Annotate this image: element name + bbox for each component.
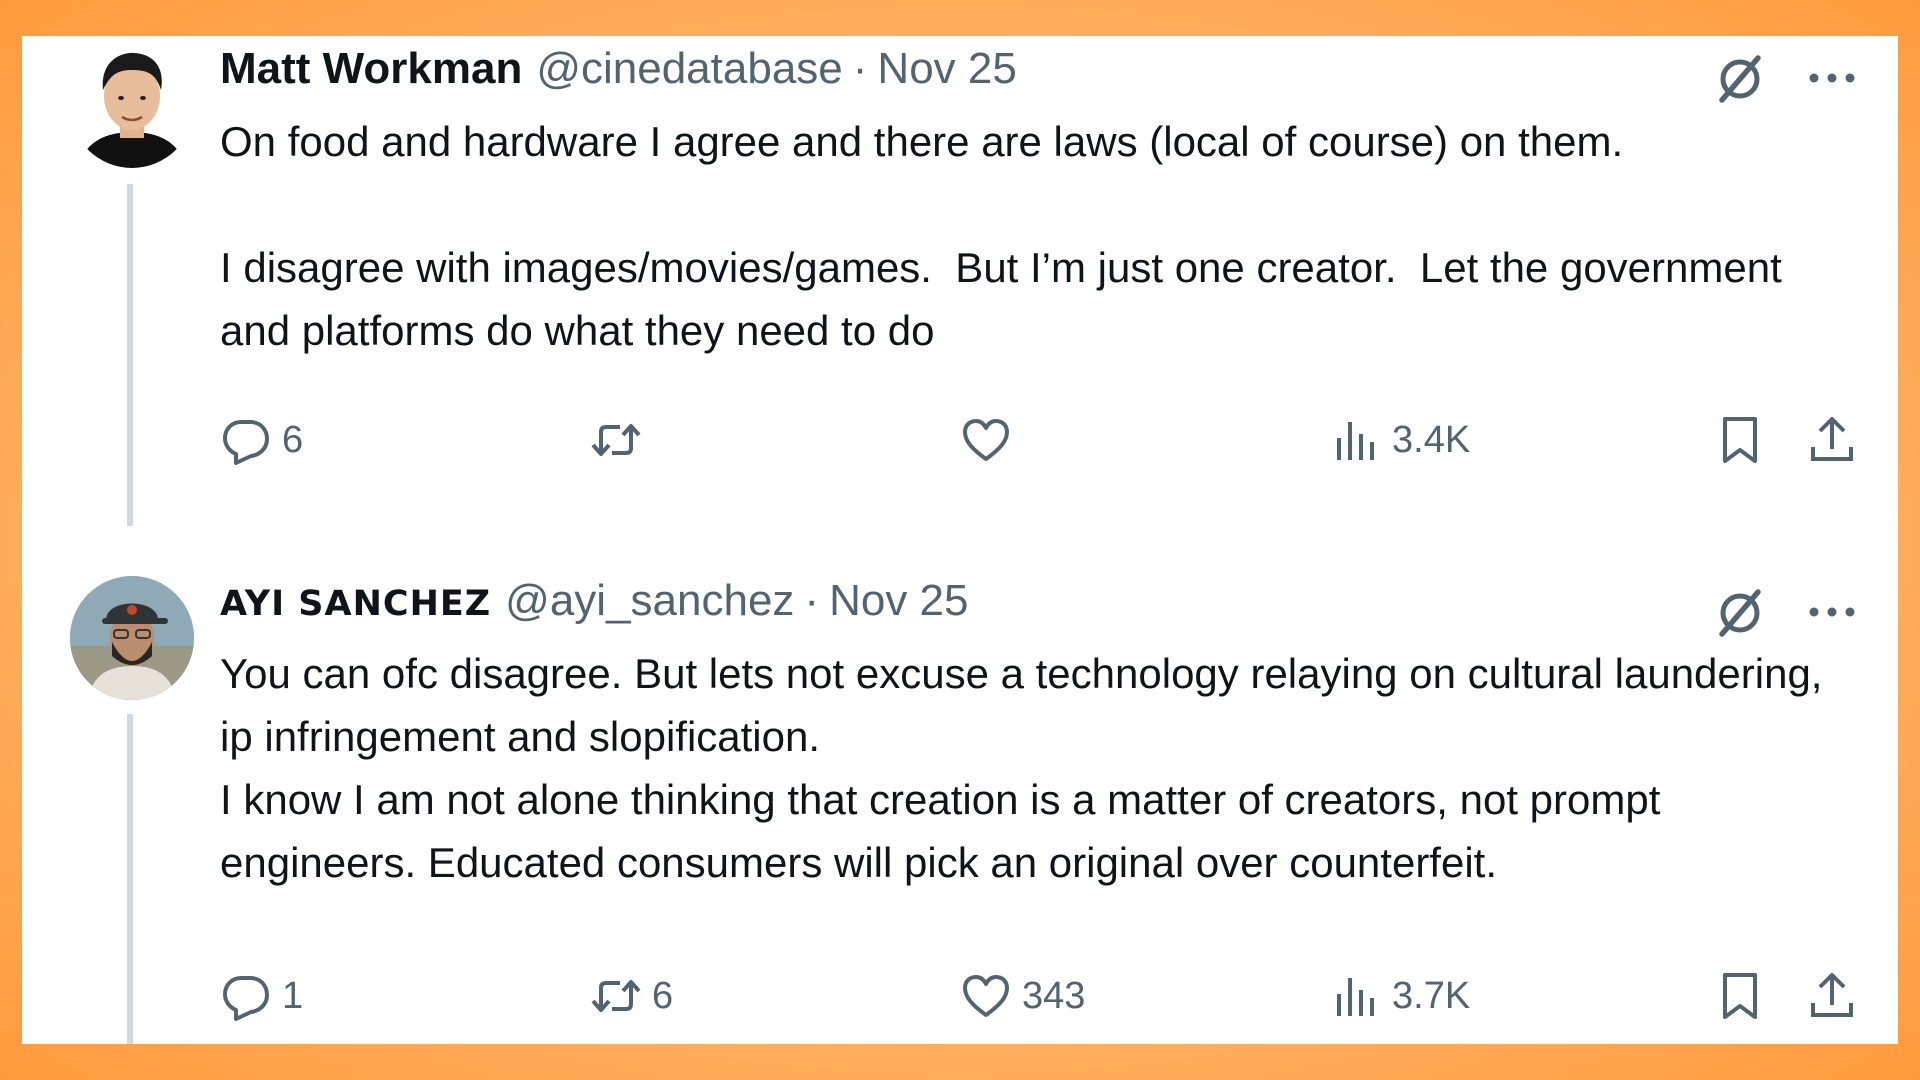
author-handle[interactable]: @cinedatabase: [536, 44, 842, 94]
tweet-paragraph: On food and hardware I agree and there a…: [220, 118, 1624, 165]
reply-button[interactable]: 1: [220, 966, 303, 1026]
tweet-text: You can ofc disagree. But lets not excus…: [220, 642, 1838, 894]
separator: ·: [852, 44, 868, 93]
tweet-paragraph: I know I am not alone thinking that crea…: [220, 776, 1673, 886]
author-handle[interactable]: @ayi_sanchez: [505, 576, 794, 626]
tweet-text: On food and hardware I agree and there a…: [220, 110, 1838, 362]
bookmark-icon: [1723, 417, 1757, 463]
tweet-2[interactable]: AYI SANCHEZ @ayi_sanchez · Nov 25 You ca…: [22, 526, 1898, 1044]
tweet-date[interactable]: Nov 25: [877, 44, 1016, 94]
tweet-paragraph: You can ofc disagree. But lets not excus…: [220, 650, 1835, 760]
reply-icon: [223, 976, 269, 1021]
like-count: 343: [1022, 974, 1086, 1017]
share-button[interactable]: [1806, 966, 1858, 1026]
separator: ·: [804, 576, 820, 625]
thread-line: [127, 714, 133, 1044]
repost-icon: [591, 980, 641, 1012]
heart-icon: [963, 419, 1009, 461]
view-count: 3.4K: [1392, 418, 1471, 461]
heart-icon: [963, 975, 1009, 1017]
paragraph-break: [220, 173, 1838, 236]
bookmark-icon: [1723, 973, 1757, 1019]
share-icon: [1811, 417, 1853, 461]
tweet-date[interactable]: Nov 25: [829, 576, 968, 626]
action-bar: 6 3.4K: [220, 410, 1858, 470]
thread-line: [127, 184, 133, 526]
repost-icon: [591, 424, 641, 456]
tweet-header: Matt Workman @cinedatabase · Nov 25: [220, 44, 1017, 104]
grok-icon[interactable]: [1710, 582, 1770, 642]
repost-button[interactable]: [590, 410, 652, 470]
author-name[interactable]: Matt Workman: [220, 44, 522, 94]
repost-count: 6: [652, 974, 674, 1017]
more-icon[interactable]: [1804, 582, 1860, 642]
tweet-header: AYI SANCHEZ @ayi_sanchez · Nov 25: [220, 576, 969, 636]
share-button[interactable]: [1806, 410, 1858, 470]
tweet-thread: Matt Workman @cinedatabase · Nov 25 On f…: [22, 36, 1898, 1044]
views-button[interactable]: 3.4K: [1330, 410, 1470, 470]
action-bar: 1 6 343 3.7K: [220, 966, 1858, 1026]
reply-icon: [223, 420, 269, 465]
grok-icon[interactable]: [1710, 48, 1770, 108]
view-count: 3.7K: [1392, 974, 1471, 1017]
reply-count: 1: [282, 974, 304, 1017]
bookmark-button[interactable]: [1714, 410, 1766, 470]
repost-button[interactable]: 6: [590, 966, 673, 1026]
views-icon: [1337, 978, 1374, 1016]
avatar[interactable]: [70, 44, 194, 168]
tweet-paragraph: I disagree with images/movies/games. But…: [220, 244, 1794, 354]
avatar[interactable]: [70, 576, 194, 700]
views-button[interactable]: 3.7K: [1330, 966, 1470, 1026]
reply-count: 6: [282, 418, 304, 461]
views-icon: [1337, 422, 1374, 460]
bookmark-button[interactable]: [1714, 966, 1766, 1026]
author-name[interactable]: AYI SANCHEZ: [220, 584, 491, 624]
tweet-1[interactable]: Matt Workman @cinedatabase · Nov 25 On f…: [22, 36, 1898, 526]
like-button[interactable]: [960, 410, 1022, 470]
reply-button[interactable]: 6: [220, 410, 303, 470]
like-button[interactable]: 343: [960, 966, 1085, 1026]
more-icon[interactable]: [1804, 48, 1860, 108]
share-icon: [1811, 973, 1853, 1017]
